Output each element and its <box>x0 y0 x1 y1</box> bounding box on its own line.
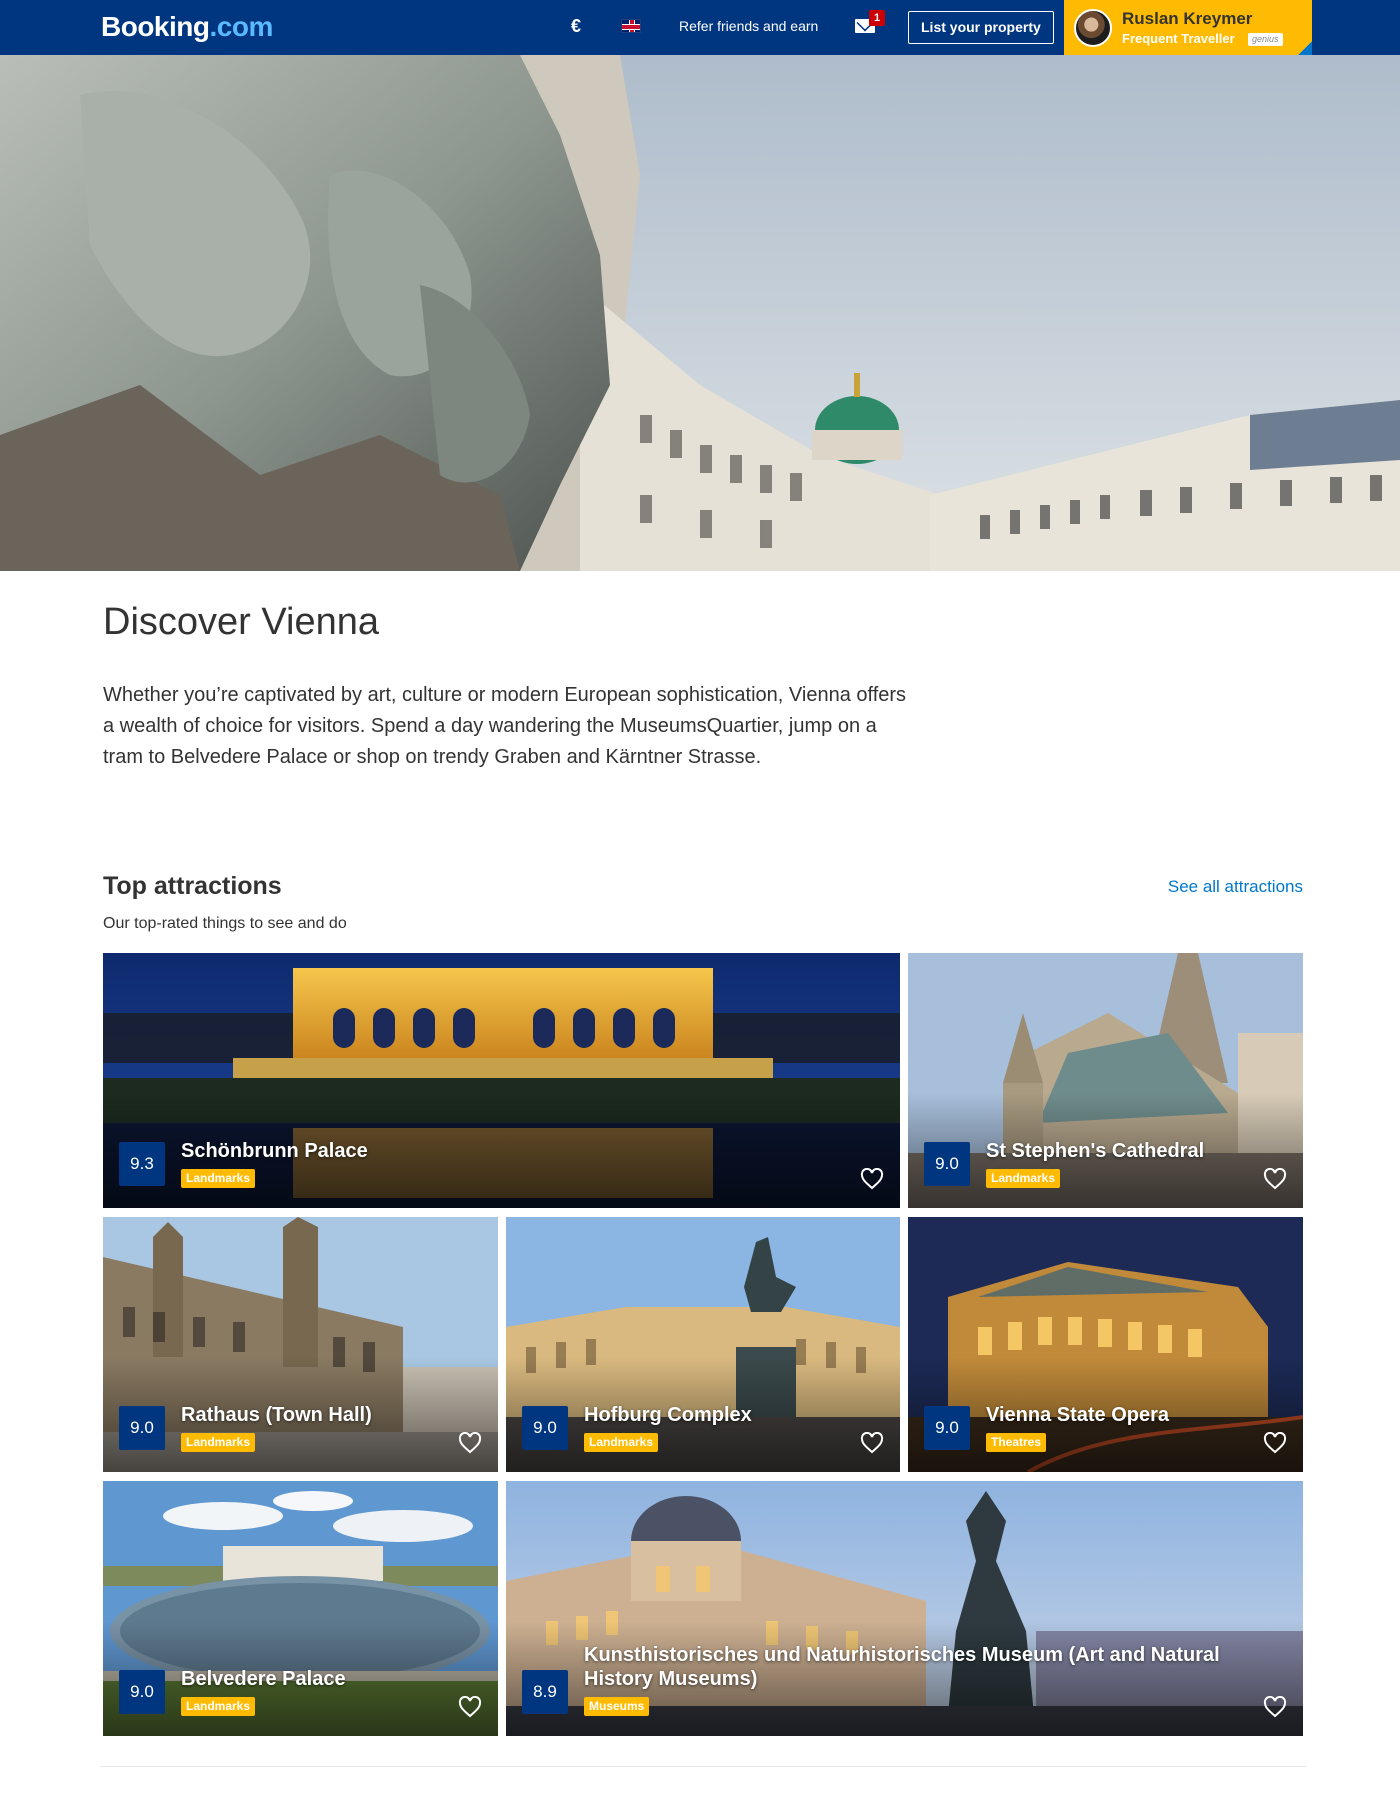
section-divider <box>100 1766 1306 1767</box>
top-attractions-heading: Top attractions <box>103 872 282 900</box>
profile-menu[interactable]: Ruslan Kreymer Frequent Traveller genius <box>1064 0 1312 55</box>
attraction-name[interactable]: St Stephen's Cathedral <box>986 1139 1233 1163</box>
heart-icon[interactable] <box>860 1168 884 1190</box>
booking-logo[interactable]: Booking.com <box>101 11 273 43</box>
heart-icon[interactable] <box>860 1432 884 1454</box>
category-badge: Landmarks <box>181 1697 256 1716</box>
genius-badge: genius <box>1248 33 1283 46</box>
heart-icon[interactable] <box>1263 1168 1287 1190</box>
attraction-card-schonbrunn[interactable]: 9.3 Schönbrunn Palace Landmarks <box>103 953 900 1208</box>
attraction-card-belvedere[interactable]: 9.0 Belvedere Palace Landmarks <box>103 1481 498 1736</box>
logo-suffix: .com <box>209 11 274 42</box>
refer-friends-link[interactable]: Refer friends and earn <box>679 18 818 34</box>
review-score-badge: 9.3 <box>119 1142 165 1186</box>
attraction-card-st-stephens[interactable]: 9.0 St Stephen's Cathedral Landmarks <box>908 953 1303 1208</box>
attraction-name[interactable]: Belvedere Palace <box>181 1667 428 1691</box>
category-badge: Landmarks <box>181 1433 256 1452</box>
page-title: Discover Vienna <box>103 601 380 643</box>
avatar <box>1074 9 1112 47</box>
attraction-card-state-opera[interactable]: 9.0 Vienna State Opera Theatres <box>908 1217 1303 1472</box>
currency-selector[interactable]: € <box>571 16 581 37</box>
inbox-count-badge: 1 <box>869 10 885 26</box>
heart-icon[interactable] <box>458 1696 482 1718</box>
category-badge: Landmarks <box>986 1169 1061 1188</box>
attraction-name[interactable]: Rathaus (Town Hall) <box>181 1403 428 1427</box>
category-badge: Landmarks <box>584 1433 659 1452</box>
heart-icon[interactable] <box>1263 1432 1287 1454</box>
category-badge: Theatres <box>986 1433 1047 1452</box>
heart-icon[interactable] <box>1263 1696 1287 1718</box>
profile-tier: Frequent Traveller <box>1122 31 1235 46</box>
category-badge: Museums <box>584 1697 650 1716</box>
attraction-name[interactable]: Vienna State Opera <box>986 1403 1233 1427</box>
intro-paragraph: Whether you’re captivated by art, cultur… <box>103 684 907 768</box>
profile-corner-marker <box>1298 41 1312 55</box>
attraction-card-rathaus[interactable]: 9.0 Rathaus (Town Hall) Landmarks <box>103 1217 498 1472</box>
review-score-badge: 9.0 <box>119 1670 165 1714</box>
attraction-name[interactable]: Schönbrunn Palace <box>181 1139 830 1163</box>
review-score-badge: 9.0 <box>924 1142 970 1186</box>
review-score-badge: 9.0 <box>522 1406 568 1450</box>
category-badge: Landmarks <box>181 1169 256 1188</box>
attraction-card-hofburg[interactable]: 9.0 Hofburg Complex Landmarks <box>506 1217 900 1472</box>
list-your-property-button[interactable]: List your property <box>908 11 1054 44</box>
uk-flag-icon[interactable] <box>621 19 641 33</box>
see-all-attractions-link[interactable]: See all attractions <box>1168 877 1303 897</box>
top-navigation-bar: Booking.com € Refer friends and earn 1 L… <box>0 0 1400 55</box>
logo-text: Booking <box>101 11 210 42</box>
attraction-card-museums[interactable]: 8.9 Kunsthistorisches und Naturhistorisc… <box>506 1481 1303 1736</box>
hero-image <box>0 55 1400 571</box>
profile-name: Ruslan Kreymer <box>1122 9 1253 28</box>
top-attractions-subtitle: Our top-rated things to see and do <box>103 915 347 932</box>
heart-icon[interactable] <box>458 1432 482 1454</box>
attraction-name[interactable]: Kunsthistorisches und Naturhistorisches … <box>584 1643 1233 1691</box>
review-score-badge: 8.9 <box>522 1670 568 1714</box>
review-score-badge: 9.0 <box>924 1406 970 1450</box>
review-score-badge: 9.0 <box>119 1406 165 1450</box>
attraction-name[interactable]: Hofburg Complex <box>584 1403 830 1427</box>
hero-illustration <box>0 55 1400 571</box>
